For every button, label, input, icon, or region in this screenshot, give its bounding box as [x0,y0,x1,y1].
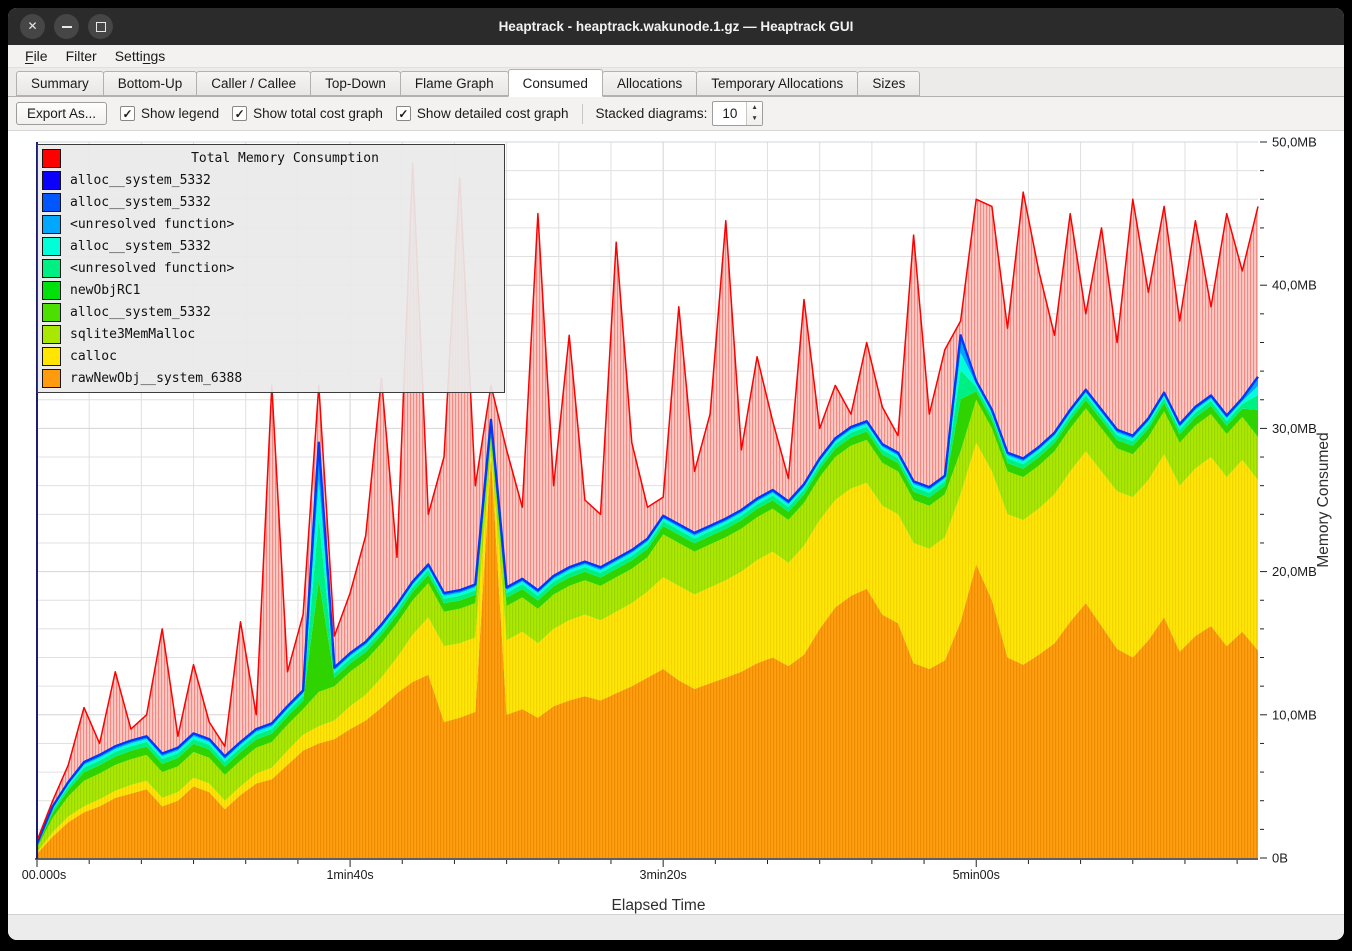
tab-bar: SummaryBottom-UpCaller / CalleeTop-DownF… [8,68,1344,97]
legend-swatch [42,237,61,256]
legend-swatch [42,215,61,234]
maximize-icon [96,22,106,32]
menu-item-filter[interactable]: Filter [57,45,106,67]
checkbox-show-total-cost-graph[interactable]: ✓ Show total cost graph [232,106,383,121]
legend-label: rawNewObj__system_6388 [70,371,242,386]
legend-label: <unresolved function> [70,261,234,276]
menu-item-settings[interactable]: Settings [106,45,175,67]
legend-row: alloc__system_5332 [38,169,504,191]
checkbox-box[interactable]: ✓ [396,106,411,121]
svg-text:30,0MB: 30,0MB [1272,421,1317,436]
menu-item-file[interactable]: File [16,45,57,67]
maximize-button[interactable] [88,14,113,39]
legend-label: <unresolved function> [70,217,234,232]
chart-legend: Total Memory Consumption alloc__system_53… [37,144,505,393]
tab-allocations[interactable]: Allocations [602,71,697,96]
tab-summary[interactable]: Summary [16,71,104,96]
checkbox-box[interactable]: ✓ [120,106,135,121]
toolbar: Export As... ✓ Show legend ✓ Show total cos… [8,97,1344,131]
menu-bar: FileFilterSettings [8,45,1344,68]
tab-top-down[interactable]: Top-Down [310,71,401,96]
legend-swatch [42,325,61,344]
spin-up-arrow[interactable]: ▲ [747,103,761,113]
svg-text:50,0MB: 50,0MB [1272,135,1317,150]
legend-row: alloc__system_5332 [38,301,504,323]
stacked-diagrams-value[interactable]: 10 [713,102,746,125]
toolbar-separator [582,104,583,124]
tab-temporary-allocations[interactable]: Temporary Allocations [696,71,858,96]
minimize-button[interactable] [54,14,79,39]
legend-label: newObjRC1 [70,283,140,298]
svg-text:40,0MB: 40,0MB [1272,278,1317,293]
window-bottom-strip [8,914,1344,940]
svg-text:3min20s: 3min20s [640,868,687,882]
legend-label: alloc__system_5332 [70,305,211,320]
window-title: Heaptrack - heaptrack.wakunode.1.gz — He… [8,19,1344,34]
tab-bottom-up[interactable]: Bottom-Up [103,71,198,96]
svg-text:Memory Consumed: Memory Consumed [1315,432,1332,567]
heaptrack-window: Heaptrack - heaptrack.wakunode.1.gz — He… [8,8,1344,940]
spin-down-arrow[interactable]: ▼ [747,114,761,124]
tab-flame-graph[interactable]: Flame Graph [400,71,509,96]
svg-text:5min00s: 5min00s [953,868,1000,882]
legend-swatch [42,259,61,278]
legend-row: <unresolved function> [38,213,504,235]
svg-text:Elapsed Time: Elapsed Time [612,897,706,914]
stacked-diagrams-control: Stacked diagrams: 10 ▲▼ [596,101,763,126]
legend-swatch [42,303,61,322]
legend-row: newObjRC1 [38,279,504,301]
legend-row: <unresolved function> [38,257,504,279]
close-icon [27,20,37,33]
export-as-button[interactable]: Export As... [16,102,107,125]
legend-label: Total Memory Consumption [70,151,500,166]
legend-title-row: Total Memory Consumption [38,147,504,169]
stacked-diagrams-label: Stacked diagrams: [596,106,708,121]
window-controls [20,8,113,45]
spinbox-arrows: ▲▼ [746,102,761,125]
legend-row: alloc__system_5332 [38,191,504,213]
chart-area: 00.000s 1min40s 3min20s 5min00s 0B 10,0MB 20,0… [8,131,1344,914]
legend-swatch [42,171,61,190]
legend-row: alloc__system_5332 [38,235,504,257]
svg-text:10,0MB: 10,0MB [1272,707,1317,722]
minimize-icon [62,26,72,28]
legend-label: alloc__system_5332 [70,239,211,254]
svg-text:20,0MB: 20,0MB [1272,564,1317,579]
legend-swatch [42,281,61,300]
stacked-diagrams-spinbox[interactable]: 10 ▲▼ [712,101,762,126]
tab-sizes[interactable]: Sizes [857,71,920,96]
legend-swatch [42,149,61,168]
checkbox-show-legend[interactable]: ✓ Show legend [120,106,219,121]
checkbox-box[interactable]: ✓ [232,106,247,121]
legend-label: alloc__system_5332 [70,173,211,188]
legend-swatch [42,369,61,388]
checkbox-label: Show legend [141,106,219,121]
legend-label: sqlite3MemMalloc [70,327,195,342]
checkbox-label: Show detailed cost graph [417,106,569,121]
tab-consumed[interactable]: Consumed [508,69,603,97]
legend-row: sqlite3MemMalloc [38,323,504,345]
legend-swatch [42,193,61,212]
legend-label: alloc__system_5332 [70,195,211,210]
svg-text:1min40s: 1min40s [326,868,373,882]
svg-text:0B: 0B [1272,851,1288,866]
legend-swatch [42,347,61,366]
legend-row: rawNewObj__system_6388 [38,367,504,389]
titlebar: Heaptrack - heaptrack.wakunode.1.gz — He… [8,8,1344,45]
checkbox-label: Show total cost graph [253,106,383,121]
close-button[interactable] [20,14,45,39]
svg-text:00.000s: 00.000s [22,868,66,882]
legend-row: calloc [38,345,504,367]
tab-caller-callee[interactable]: Caller / Callee [196,71,311,96]
legend-label: calloc [70,349,117,364]
checkbox-show-detailed-cost-graph[interactable]: ✓ Show detailed cost graph [396,106,569,121]
checkbox-group: ✓ Show legend ✓ Show total cost graph ✓ Show … [120,106,569,121]
